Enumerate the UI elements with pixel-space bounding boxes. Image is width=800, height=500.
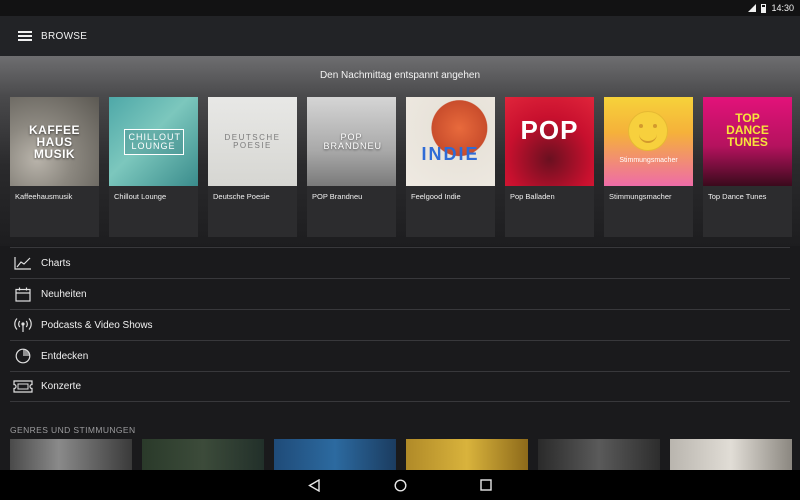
playlist-cover: DEUTSCHE POESIE [208,97,297,186]
playlist-card-deutsche-poesie[interactable]: DEUTSCHE POESIE Deutsche Poesie [208,97,297,237]
home-icon[interactable] [392,477,408,493]
playlist-label: Pop Balladen [510,192,555,201]
status-bar: 14:30 [0,0,800,16]
featured-section: Den Nachmittag entspannt angehen KAFFEE … [0,56,800,246]
cover-text: KAFFEE HAUS MUSIK [29,122,80,161]
system-nav-bar [0,470,800,500]
signal-icon [748,4,757,12]
playlist-cover: POP BRANDNEU [307,97,396,186]
playlist-card-stimmungsmacher[interactable]: Stimmungsmacher Stimmungsmacher [604,97,693,237]
playlist-label: Deutsche Poesie [213,192,270,201]
cover-text: POP BRANDNEU [323,131,383,151]
menu-item-label: Charts [41,257,71,269]
app-bar: BROWSE [0,16,800,56]
menu-item-label: Neuheiten [41,288,87,300]
cover-text: TOP DANCE TUNES [726,110,769,149]
genre-tile[interactable] [142,439,264,471]
cover-text: DEUTSCHE POESIE [224,132,281,150]
genre-tile[interactable] [538,439,660,471]
ticket-icon [12,378,34,396]
playlist-label: Kaffeehausmusik [15,192,73,201]
genre-row [10,439,792,471]
playlist-label: Top Dance Tunes [708,192,767,201]
back-icon[interactable] [306,477,322,493]
hamburger-menu-icon[interactable] [18,31,32,41]
playlist-cover: Stimmungsmacher [604,97,693,186]
menu-item-podcasts[interactable]: Podcasts & Video Shows [10,309,790,340]
genre-tile[interactable] [406,439,528,471]
playlist-cover: INDIE [406,97,495,186]
playlist-cover: POP [505,97,594,186]
menu-item-label: Podcasts & Video Shows [41,319,153,331]
menu-item-label: Konzerte [41,381,82,392]
playlist-card-feelgood-indie[interactable]: INDIE Feelgood Indie [406,97,495,237]
chart-icon [12,254,34,272]
playlist-label: POP Brandneu [312,192,363,201]
genre-tile[interactable] [274,439,396,471]
recents-icon[interactable] [478,477,494,493]
calendar-icon [12,285,34,303]
genre-tile[interactable] [10,439,132,471]
smiley-icon [628,111,668,151]
broadcast-icon [12,316,34,334]
compass-icon [12,347,34,365]
playlist-cover: TOP DANCE TUNES [703,97,792,186]
playlist-label: Chillout Lounge [114,192,167,201]
playlist-label: Feelgood Indie [411,192,461,201]
cover-text: INDIE [421,143,480,164]
cover-text: POP [520,114,579,145]
playlist-cover: KAFFEE HAUS MUSIK [10,97,99,186]
browse-menu: Charts Neuheiten Podcasts & Video Shows … [10,247,790,402]
page-title: BROWSE [41,30,88,42]
playlist-card-chillout-lounge[interactable]: CHILLOUT LOUNGE Chillout Lounge [109,97,198,237]
status-time: 14:30 [771,3,794,13]
playlist-card-pop-brandneu[interactable]: POP BRANDNEU POP Brandneu [307,97,396,237]
menu-item-neuheiten[interactable]: Neuheiten [10,278,790,309]
menu-item-konzerte[interactable]: Konzerte [10,371,790,402]
battery-icon [761,3,767,13]
menu-item-charts[interactable]: Charts [10,247,790,278]
playlist-card-kaffeehausmusik[interactable]: KAFFEE HAUS MUSIK Kaffeehausmusik [10,97,99,237]
playlist-label: Stimmungsmacher [609,192,672,201]
playlist-card-top-dance-tunes[interactable]: TOP DANCE TUNES Top Dance Tunes [703,97,792,237]
playlist-carousel[interactable]: KAFFEE HAUS MUSIK Kaffeehausmusik CHILLO… [10,97,792,237]
playlist-cover: CHILLOUT LOUNGE [109,97,198,186]
playlist-card-pop-balladen[interactable]: POP Pop Balladen [505,97,594,237]
cover-text: CHILLOUT LOUNGE [123,128,184,155]
genres-heading: GENRES UND STIMMUNGEN [10,425,136,435]
menu-item-label: Entdecken [41,350,89,362]
featured-title: Den Nachmittag entspannt angehen [319,70,481,81]
genre-tile[interactable] [670,439,792,471]
cover-text: Stimmungsmacher [619,157,678,164]
menu-item-entdecken[interactable]: Entdecken [10,340,790,371]
